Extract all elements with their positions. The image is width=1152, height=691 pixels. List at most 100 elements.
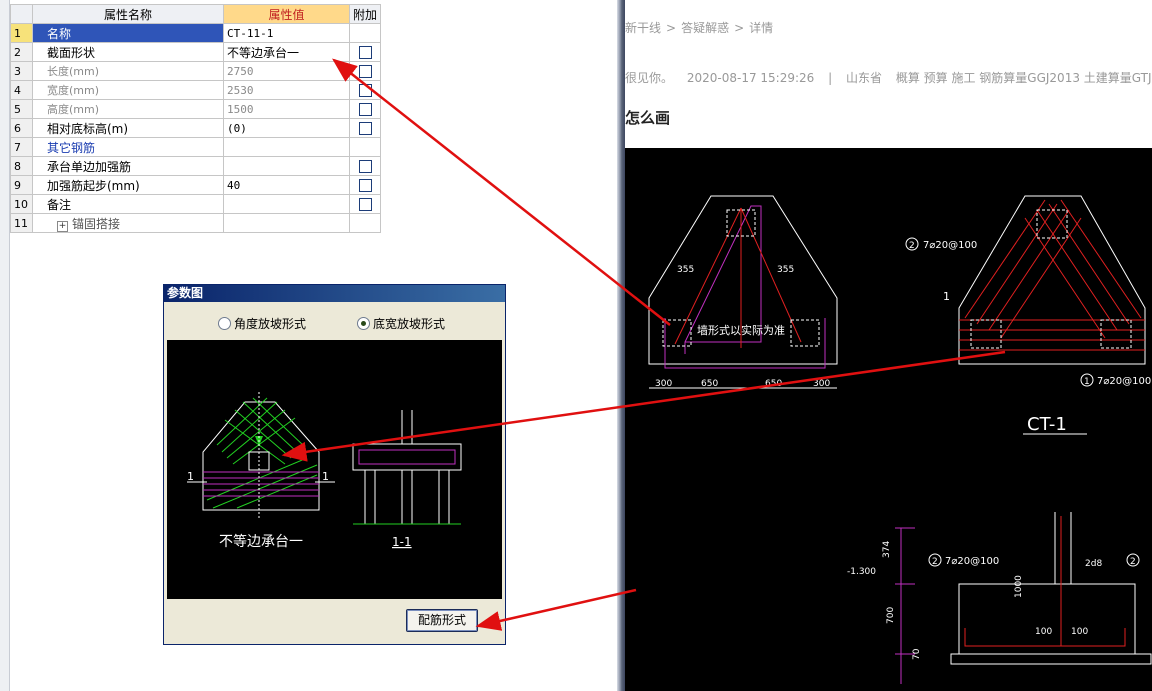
property-name: 备注 [32, 194, 224, 214]
breadcrumb-item[interactable]: 答疑解惑 [681, 21, 729, 35]
extra-cell [348, 175, 382, 195]
table-row[interactable]: 8 承台单边加强筋 [10, 156, 382, 176]
rebar-form-button[interactable]: 配筋形式 [406, 609, 478, 632]
property-value[interactable]: 不等边承台一 [223, 42, 350, 62]
property-value[interactable]: 2530 [223, 80, 350, 100]
header-property-value: 属性值 [223, 4, 350, 24]
extra-checkbox[interactable] [358, 160, 372, 173]
extra-cell [348, 42, 382, 62]
property-name: 承台单边加强筋 [32, 156, 224, 176]
right-cap-rebar-hatch [959, 199, 1145, 351]
header-property-name: 属性名称 [32, 4, 224, 24]
extra-checkbox[interactable] [358, 84, 372, 97]
question-meta: 很见你。 2020-08-17 15:29:26 | 山东省 概算 预算 施工 … [625, 69, 1152, 86]
property-value[interactable] [223, 213, 350, 233]
rebar-circle-2-text: 2 [909, 241, 915, 251]
property-name: 其它钢筋 [32, 137, 224, 157]
dim-300-right: 300 [813, 379, 830, 389]
property-name: 高度(mm) [32, 99, 224, 119]
breadcrumb-separator: > [666, 21, 677, 35]
extra-checkbox[interactable] [358, 179, 372, 192]
row-index: 6 [10, 118, 33, 138]
extra-cell [348, 23, 382, 43]
property-value[interactable]: 2750 [223, 61, 350, 81]
property-value[interactable]: (0) [223, 118, 350, 138]
table-row[interactable]: 4 宽度(mm) 2530 [10, 80, 382, 100]
radio-angle-slope-circle[interactable] [218, 317, 231, 330]
property-name: + 锚固搭接 [32, 213, 224, 233]
row-index: 3 [10, 61, 33, 81]
extra-cell [348, 61, 382, 81]
cut-mark: 1 [943, 290, 950, 303]
extra-checkbox[interactable] [358, 103, 372, 116]
meta-tags: 概算 预算 施工 钢筋算量GGJ2013 土建算量GTJ20 [895, 71, 1152, 85]
extra-cell [348, 156, 382, 176]
elevation-label: -1.300 [847, 567, 876, 577]
header-index [10, 4, 33, 24]
table-row[interactable]: 9 加强筋起步(mm) 40 [10, 175, 382, 195]
section-detail [950, 512, 1152, 665]
property-name: 相对底标高(m) [32, 118, 224, 138]
breadcrumb-item[interactable]: 新干线 [625, 21, 661, 35]
section-rebar-label: 7⌀20@100 [945, 556, 999, 567]
property-value[interactable]: 40 [223, 175, 350, 195]
extra-checkbox[interactable] [358, 198, 372, 211]
panel-gutter [0, 0, 10, 691]
row-index: 7 [10, 137, 33, 157]
table-row[interactable]: 3 长度(mm) 2750 [10, 61, 382, 81]
breadcrumb-item: 详情 [749, 21, 774, 35]
extra-cell [348, 99, 382, 119]
radio-width-slope[interactable]: 底宽放坡形式 [357, 315, 445, 332]
extra-checkbox[interactable] [358, 65, 372, 78]
extra-checkbox[interactable] [358, 46, 372, 59]
section-view [352, 410, 462, 525]
meta-prefix: 很见你。 [625, 71, 674, 85]
right-pile-cap-outline [958, 195, 1146, 365]
dim-70: 70 [912, 648, 922, 660]
expand-icon[interactable]: + [57, 220, 68, 232]
table-row[interactable]: 10 备注 [10, 194, 382, 214]
splitter[interactable] [617, 0, 625, 691]
pile-cap-preview-drawing: 1 1 不等边承台一 1-1 [187, 392, 462, 550]
row-index: 2 [10, 42, 33, 62]
property-name: 名称 [32, 23, 224, 43]
table-row[interactable]: 6 相对底标高(m) (0) [10, 118, 382, 138]
extra-cell [348, 194, 382, 214]
row-index: 11 [10, 213, 33, 233]
dialog-title: 参数图 [164, 285, 505, 302]
dim-300-left: 300 [655, 379, 672, 389]
parameter-preview: 1 1 不等边承台一 1-1 [167, 340, 502, 599]
property-rows: 1 名称 CT-11-1 2 截面形状 不等边承台一 3 长度(mm) 2750 4 宽度(mm) 2… [10, 23, 382, 233]
rebar-circle-1-text: 1 [1084, 377, 1090, 387]
row-index: 9 [10, 175, 33, 195]
cad-drawing: 墙形式以实际为准 355 355 300 650 650 300 2 7⌀20@… [648, 195, 1152, 684]
cut-mark-right: 1 [322, 470, 329, 483]
property-value[interactable] [223, 137, 350, 157]
extra-cell [348, 80, 382, 100]
table-row[interactable]: 1 名称 CT-11-1 [10, 23, 382, 43]
web-page: 新干线 > 答疑解惑 > 详情 很见你。 2020-08-17 15:29:26 | 山… [625, 0, 1152, 691]
table-row[interactable]: 2 截面形状 不等边承台一 [10, 42, 382, 62]
property-value[interactable] [223, 156, 350, 176]
table-row[interactable]: 7 其它钢筋 [10, 137, 382, 157]
rebar-label-top: 7⌀20@100 [923, 240, 977, 251]
table-row[interactable]: 11 + 锚固搭接 [10, 213, 382, 233]
property-value[interactable]: CT-11-1 [223, 23, 350, 43]
breadcrumb-separator: > [734, 21, 745, 35]
property-name: 截面形状 [32, 42, 224, 62]
radio-width-slope-circle[interactable] [357, 317, 370, 330]
radio-angle-slope-label: 角度放坡形式 [234, 317, 307, 331]
section-100-right: 100 [1071, 627, 1088, 637]
property-name: 宽度(mm) [32, 80, 224, 100]
radio-angle-slope[interactable]: 角度放坡形式 [218, 315, 306, 332]
property-table: 属性名称 属性值 附加 1 名称 CT-11-1 2 截面形状 不等边承台一 3 长度(mm)… [10, 4, 382, 233]
extra-checkbox[interactable] [358, 122, 372, 135]
meta-region: 山东省 [846, 71, 883, 85]
cut-mark-left: 1 [187, 470, 194, 483]
table-row[interactable]: 5 高度(mm) 1500 [10, 99, 382, 119]
property-value[interactable] [223, 194, 350, 214]
parameter-diagram-dialog: 参数图 角度放坡形式 底宽放坡形式 1 1 不等边承台一 1-1 配筋形式 [163, 284, 506, 645]
property-name: 长度(mm) [32, 61, 224, 81]
rebar-label-bottom: 7⌀20@100 [1097, 376, 1151, 387]
property-value[interactable]: 1500 [223, 99, 350, 119]
